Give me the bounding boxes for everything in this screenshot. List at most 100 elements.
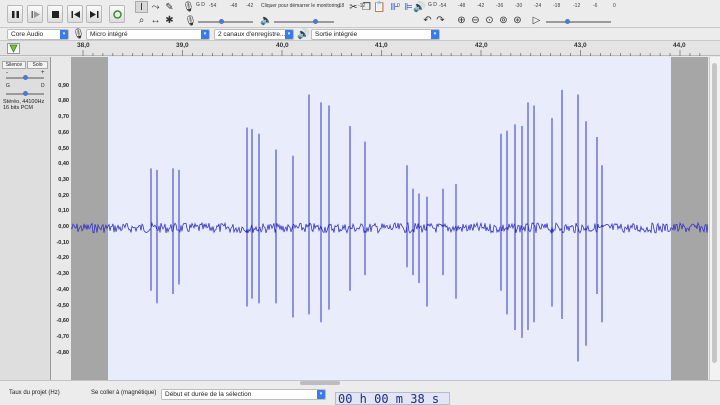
- vertical-scroll-thumb[interactable]: [712, 63, 717, 363]
- skip-start-icon: [71, 11, 80, 18]
- zoom-in-button[interactable]: ⊕: [455, 14, 468, 26]
- selection-mode-select[interactable]: Début et durée de la sélection ▾: [161, 389, 326, 400]
- chevron-down-icon: ▾: [201, 30, 209, 39]
- amplitude-label: 0,60: [58, 129, 69, 136]
- trim-icon: ⊪: [390, 1, 399, 13]
- magnifier-icon: ⌕: [138, 14, 145, 26]
- amplitude-label: 0,10: [58, 208, 69, 215]
- skip-to-start-button[interactable]: [67, 5, 83, 23]
- playback-volume-thumb[interactable]: [313, 19, 318, 24]
- redo-button[interactable]: ↷: [434, 14, 447, 26]
- input-device-select[interactable]: Micro intégré ▾: [86, 29, 210, 40]
- amplitude-label: -0,30: [56, 271, 69, 278]
- play-speed-thumb[interactable]: [565, 19, 570, 24]
- track-control-panel[interactable]: Silence Solo - + G D Stéréo, 44100Hz 16 …: [0, 57, 51, 380]
- double-arrow-icon: ↔: [150, 14, 161, 26]
- monitoring-prompt[interactable]: Cliquer pour démarrer le monitoring: [261, 3, 340, 9]
- fit-project-icon: ⊚: [499, 14, 508, 26]
- record-volume-slider[interactable]: [198, 21, 253, 23]
- output-device-select[interactable]: Sortie intégrée ▾: [311, 29, 440, 40]
- zoom-tool[interactable]: ⌕: [135, 14, 148, 26]
- meter-tick: -42: [477, 3, 485, 9]
- amplitude-label: -0,50: [56, 302, 69, 309]
- amplitude-label: 0,00: [58, 224, 69, 230]
- pan-right-label: D: [41, 83, 45, 89]
- record-icon: [113, 10, 122, 19]
- ruler-label: 39,0: [176, 42, 189, 49]
- skip-end-icon: [90, 11, 99, 18]
- amplitude-label: 0,50: [58, 145, 69, 152]
- play-button[interactable]: [27, 5, 43, 23]
- gain-plus-label: +: [41, 70, 45, 76]
- amplitude-label: 0,70: [58, 114, 69, 121]
- audio-host-value: Core Audio: [11, 31, 44, 38]
- selection-start-time[interactable]: 00 h 00 m 38 s: [335, 392, 450, 405]
- time-shift-tool[interactable]: ↔: [149, 14, 162, 26]
- ibeam-icon: I: [140, 1, 143, 13]
- undo-icon: ↶: [423, 14, 432, 26]
- record-button[interactable]: [109, 5, 125, 23]
- envelope-icon: ⤳: [151, 1, 160, 13]
- meter-tick: -6: [593, 3, 598, 9]
- fit-project-button[interactable]: ⊚: [497, 14, 510, 26]
- silence-button[interactable]: ⊫: [402, 1, 415, 13]
- audio-host-select[interactable]: Core Audio ▾: [7, 29, 69, 40]
- play-meter-scale[interactable]: -54 -48 -42 -36 -30 -24 -18 -12 -6 0: [431, 0, 631, 9]
- record-meter-mic-icon: 🎙: [182, 1, 195, 13]
- pause-button[interactable]: [7, 5, 23, 23]
- asterisk-icon: ✱: [165, 14, 174, 26]
- amplitude-label: 0,80: [58, 98, 69, 105]
- pan-thumb[interactable]: [23, 91, 28, 96]
- play-at-speed-icon: ▷: [532, 14, 541, 26]
- ruler-ticks: [82, 50, 701, 56]
- pre-clip-region: [71, 57, 108, 380]
- envelope-tool[interactable]: ⤳: [149, 1, 162, 13]
- multi-tool[interactable]: ✱: [163, 14, 176, 26]
- selection-tool[interactable]: I: [135, 1, 148, 13]
- zoom-in-icon: ⊕: [457, 14, 466, 26]
- meter-tick: -48: [458, 3, 466, 9]
- zoom-out-button[interactable]: ⊖: [469, 14, 482, 26]
- meter-tick: -12: [573, 3, 581, 9]
- record-volume-thumb[interactable]: [219, 19, 224, 24]
- playback-volume-slider[interactable]: [274, 21, 334, 23]
- snap-to-label: Se coller à (magnétique): [91, 390, 157, 396]
- vertical-scrollbar[interactable]: [709, 57, 720, 380]
- fit-selection-button[interactable]: ⊙: [483, 14, 496, 26]
- chevron-down-icon: ▾: [317, 390, 325, 399]
- chevron-down-icon: ▾: [431, 30, 439, 39]
- paste-button[interactable]: 📋: [373, 1, 386, 13]
- ruler-label: 40,0: [276, 42, 289, 49]
- meter-tick: -36: [496, 3, 504, 9]
- solo-button[interactable]: Solo: [27, 61, 48, 69]
- trim-button[interactable]: ⊪: [388, 1, 401, 13]
- play-at-speed-button[interactable]: ▷: [530, 14, 543, 26]
- mute-button[interactable]: Silence: [2, 61, 26, 69]
- stop-button[interactable]: [47, 5, 63, 23]
- waveform-area[interactable]: [70, 57, 709, 380]
- skip-to-end-button[interactable]: [86, 5, 102, 23]
- draw-tool[interactable]: ✎: [163, 1, 176, 13]
- copy-button[interactable]: ❐: [360, 1, 373, 13]
- playback-speaker-icon: 🔈: [260, 14, 273, 26]
- timeline-ruler[interactable]: 38,0 39,0 40,0 41,0 42,0 43,0 44,0: [0, 41, 720, 56]
- play-speed-slider[interactable]: [546, 21, 611, 23]
- input-channels-select[interactable]: 2 canaux d'enregistre... ▾: [214, 29, 294, 40]
- fit-selection-icon: ⊙: [485, 14, 494, 26]
- meter-tick: -54: [209, 3, 217, 9]
- amplitude-label: -0,40: [56, 286, 69, 293]
- cut-button[interactable]: ✂: [347, 1, 360, 13]
- chevron-down-icon: ▾: [285, 30, 293, 39]
- pan-left-label: G: [6, 83, 10, 89]
- track-format-line2: 16 bits PCM: [3, 105, 33, 111]
- ruler-label: 38,0: [77, 42, 90, 49]
- clip-background: [108, 57, 671, 380]
- pencil-icon: ✎: [165, 1, 174, 13]
- horizontal-scroll-thumb[interactable]: [300, 381, 340, 385]
- undo-button[interactable]: ↶: [421, 14, 434, 26]
- meter-tick: -48: [230, 3, 238, 9]
- zoom-toggle-button[interactable]: ⊛: [511, 14, 524, 26]
- ruler-label: 41,0: [375, 42, 388, 49]
- gain-thumb[interactable]: [23, 75, 28, 80]
- pin-playhead-button[interactable]: [7, 43, 20, 54]
